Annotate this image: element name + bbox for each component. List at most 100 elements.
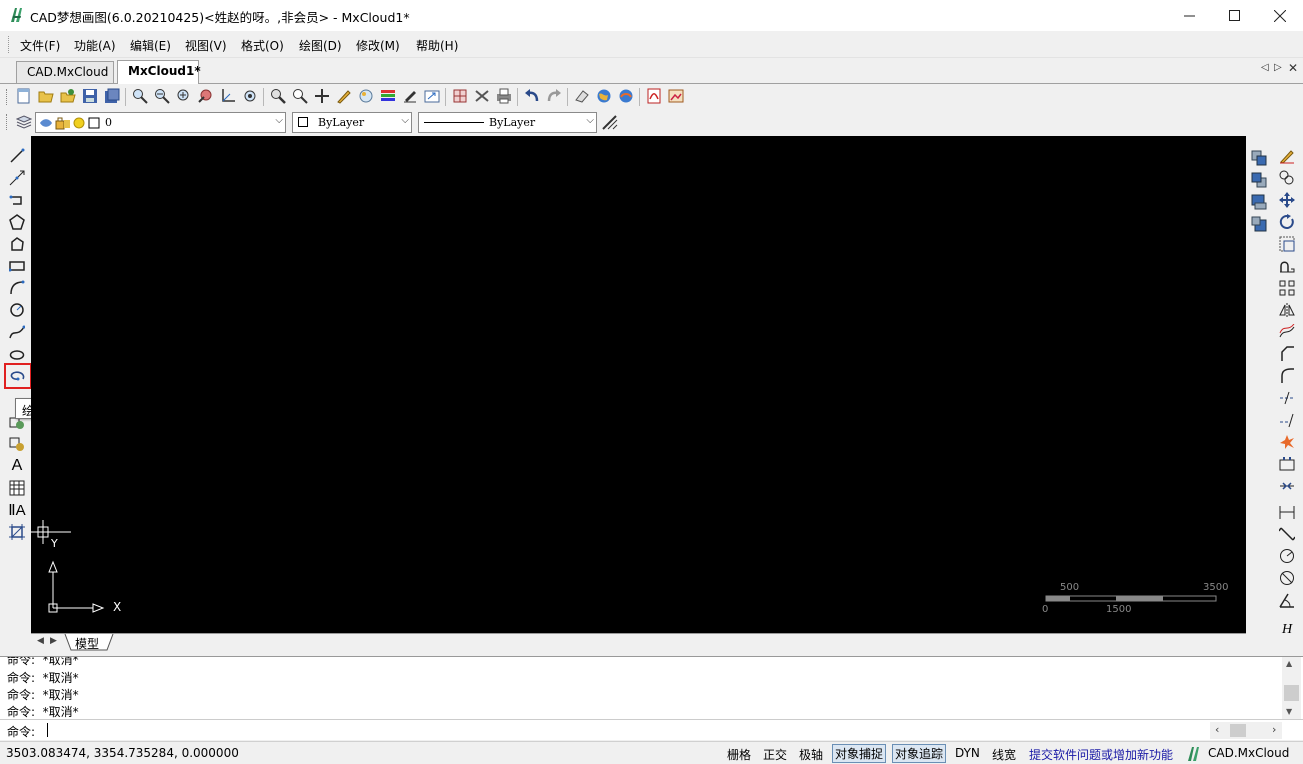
- stretch-tool-icon[interactable]: [1276, 255, 1298, 277]
- line-tool-icon[interactable]: [6, 145, 28, 167]
- maximize-button[interactable]: [1211, 0, 1257, 31]
- zoom-window-icon[interactable]: [131, 87, 149, 105]
- save-as-icon[interactable]: [103, 87, 121, 105]
- brand-name[interactable]: CAD.MxCloud: [1208, 746, 1289, 760]
- hscroll-right-icon[interactable]: ›: [1272, 723, 1276, 736]
- command-scrollbar[interactable]: ▲ ▼: [1282, 657, 1301, 719]
- menu-function[interactable]: 功能(A): [74, 37, 116, 54]
- command-input-cursor[interactable]: [47, 723, 48, 737]
- move-tool-icon[interactable]: [1276, 189, 1298, 211]
- match-properties-icon[interactable]: [401, 87, 419, 105]
- radius-dimension-icon[interactable]: [1276, 545, 1298, 567]
- toggle-otrack[interactable]: 对象追踪: [892, 744, 947, 763]
- ellipse-tool-icon[interactable]: [6, 343, 28, 365]
- block-icon[interactable]: [451, 87, 469, 105]
- command-hscroll[interactable]: ‹ ›: [1210, 722, 1282, 739]
- new-file-icon[interactable]: [15, 87, 33, 105]
- sheet-scroll-right-icon[interactable]: ▶: [50, 636, 57, 646]
- xline-tool-icon[interactable]: [6, 167, 28, 189]
- zoom-in-icon[interactable]: [175, 87, 193, 105]
- chevron-down-icon[interactable]: ⌵: [275, 115, 283, 126]
- menu-modify[interactable]: 修改(M): [356, 37, 400, 54]
- offset-tool-icon[interactable]: [1276, 321, 1298, 343]
- pan-icon[interactable]: [313, 87, 331, 105]
- linear-dimension-icon[interactable]: [1276, 501, 1298, 523]
- polygon-tool-icon[interactable]: [6, 211, 28, 233]
- polyline-tool-icon[interactable]: [6, 189, 28, 211]
- cloud-sync-icon[interactable]: [617, 87, 635, 105]
- print-icon[interactable]: [495, 87, 513, 105]
- find-icon[interactable]: [269, 87, 287, 105]
- array-tool-icon[interactable]: [1276, 277, 1298, 299]
- bring-to-front-icon[interactable]: [1248, 147, 1270, 169]
- globe-icon[interactable]: [595, 87, 613, 105]
- bring-above-icon[interactable]: [1248, 191, 1270, 213]
- angular-dimension-icon[interactable]: [1276, 589, 1298, 611]
- break-tool-icon[interactable]: [1276, 453, 1298, 475]
- sheet-scroll-left-icon[interactable]: ◀: [37, 636, 44, 646]
- scroll-up-icon[interactable]: ▲: [1286, 659, 1292, 668]
- tab-scroll-right-icon[interactable]: ▷: [1274, 62, 1282, 73]
- text-style-icon[interactable]: H: [1276, 619, 1298, 641]
- menu-format[interactable]: 格式(O): [241, 37, 284, 54]
- purge-icon[interactable]: [473, 87, 491, 105]
- menu-edit[interactable]: 编辑(E): [130, 37, 171, 54]
- open-file-icon[interactable]: [37, 87, 55, 105]
- chamfer-tool-icon[interactable]: [1276, 343, 1298, 365]
- scale-tool-icon[interactable]: [1276, 233, 1298, 255]
- feedback-link[interactable]: 提交软件问题或增加新功能: [1029, 746, 1173, 763]
- toolbar-grip[interactable]: [6, 89, 9, 105]
- send-under-icon[interactable]: [1248, 213, 1270, 235]
- redo-icon[interactable]: [545, 87, 563, 105]
- toggle-dyn[interactable]: DYN: [955, 746, 980, 760]
- copy-tool-icon[interactable]: [1276, 167, 1298, 189]
- tab-model[interactable]: 模型: [75, 635, 99, 652]
- undo-icon[interactable]: [523, 87, 541, 105]
- zoom-extents-icon[interactable]: [197, 87, 215, 105]
- zoom-realtime-icon[interactable]: [291, 87, 309, 105]
- save-icon[interactable]: [81, 87, 99, 105]
- layers-color-icon[interactable]: [379, 87, 397, 105]
- explode-tool-icon[interactable]: [1276, 431, 1298, 453]
- toggle-ortho[interactable]: 正交: [763, 746, 787, 763]
- pencil-icon[interactable]: [335, 87, 353, 105]
- erase-icon[interactable]: [573, 87, 591, 105]
- layer-manager-icon[interactable]: [15, 113, 33, 131]
- join-tool-icon[interactable]: [1276, 475, 1298, 497]
- export-image-icon[interactable]: [667, 87, 685, 105]
- open-recent-icon[interactable]: [59, 87, 77, 105]
- color-combo[interactable]: ByLayer ⌵: [292, 112, 412, 133]
- tab-cad-mxcloud[interactable]: CAD.MxCloud: [16, 61, 114, 83]
- spline-tool-icon[interactable]: [6, 321, 28, 343]
- toggle-lineweight[interactable]: 线宽: [992, 746, 1016, 763]
- menu-file[interactable]: 文件(F): [20, 37, 60, 54]
- external-reference-icon[interactable]: [423, 87, 441, 105]
- circle-tool-icon[interactable]: [6, 299, 28, 321]
- menu-grip[interactable]: [8, 36, 11, 53]
- menu-view[interactable]: 视图(V): [185, 37, 227, 54]
- extend-tool-icon[interactable]: [1276, 409, 1298, 431]
- ucs-icon[interactable]: [219, 87, 237, 105]
- drawing-canvas[interactable]: Y X 500 3500 0 1500: [31, 136, 1246, 633]
- scroll-down-icon[interactable]: ▼: [1286, 707, 1292, 716]
- pentagon-tool-icon[interactable]: [6, 233, 28, 255]
- toggle-osnap[interactable]: 对象捕捉: [832, 744, 887, 763]
- tab-mxcloud1[interactable]: MxCloud1*: [117, 60, 201, 84]
- diameter-dimension-icon[interactable]: [1276, 567, 1298, 589]
- fillet-tool-icon[interactable]: [1276, 365, 1298, 387]
- rotate-tool-icon[interactable]: [1276, 211, 1298, 233]
- menu-help[interactable]: 帮助(H): [416, 37, 458, 54]
- layer-combo[interactable]: 0 ⌵: [35, 112, 286, 133]
- hscroll-thumb[interactable]: [1230, 724, 1246, 737]
- linetype-combo[interactable]: ByLayer ⌵: [418, 112, 597, 133]
- zoom-previous-icon[interactable]: [241, 87, 259, 105]
- close-button[interactable]: [1257, 0, 1303, 31]
- tab-close-icon[interactable]: ✕: [1288, 61, 1298, 75]
- make-block-icon[interactable]: [6, 433, 28, 455]
- zoom-out-icon[interactable]: [153, 87, 171, 105]
- mtext-tool-icon[interactable]: ⅡA: [6, 499, 28, 521]
- toolbar-grip[interactable]: [6, 114, 9, 130]
- erase-tool-icon[interactable]: [1276, 145, 1298, 167]
- toggle-grid[interactable]: 栅格: [727, 746, 751, 763]
- minimize-button[interactable]: [1166, 0, 1212, 31]
